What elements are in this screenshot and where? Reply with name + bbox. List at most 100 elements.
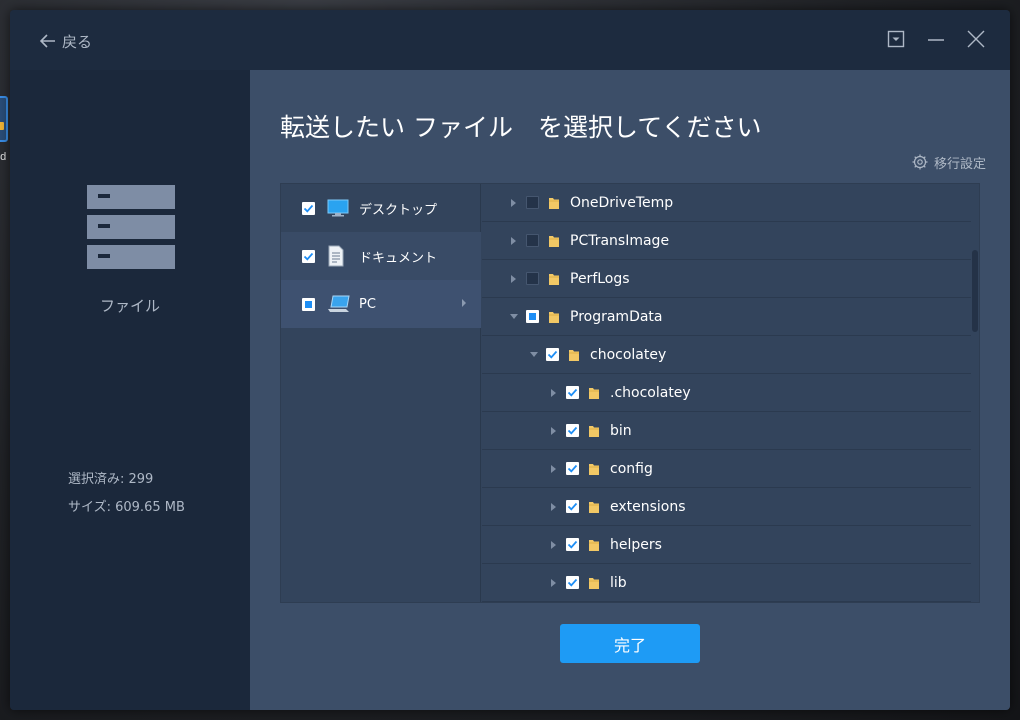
- desktop-shortcut-icon[interactable]: [0, 96, 8, 142]
- folder-icon: [588, 538, 600, 552]
- caret-down-icon[interactable]: [530, 351, 538, 359]
- close-icon: [967, 30, 985, 48]
- checkbox[interactable]: [566, 424, 579, 437]
- checkbox[interactable]: [566, 576, 579, 589]
- tree-row[interactable]: config: [482, 450, 971, 488]
- dropdown-box-icon: [887, 30, 905, 48]
- category-item-pc[interactable]: PC: [281, 280, 481, 328]
- tree-row[interactable]: extensions: [482, 488, 971, 526]
- folder-tree: OneDriveTemp PCTransImage PerfLogs ProgramD…: [482, 184, 971, 602]
- tree-item-name: PCTransImage: [570, 232, 670, 249]
- tree-row[interactable]: helpers: [482, 526, 971, 564]
- tree-item-name: lib: [610, 574, 627, 591]
- tree-row[interactable]: bin: [482, 412, 971, 450]
- category-item-desktop[interactable]: デスクトップ: [281, 184, 481, 232]
- folder-icon: [588, 500, 600, 514]
- page-title: 転送したい ファイル を選択してください: [280, 113, 762, 142]
- category-label-documents: ドキュメント: [359, 250, 438, 266]
- caret-right-icon[interactable]: [550, 426, 558, 435]
- tree-row[interactable]: ProgramData: [482, 298, 971, 336]
- desktop-monitor-icon: [327, 197, 351, 219]
- checkbox[interactable]: [566, 462, 579, 475]
- checkbox[interactable]: [526, 234, 539, 247]
- folder-icon: [588, 462, 600, 476]
- checkbox[interactable]: [526, 310, 539, 323]
- checkbox[interactable]: [526, 272, 539, 285]
- scroll-thumb[interactable]: [972, 250, 978, 332]
- checkbox[interactable]: [566, 500, 579, 513]
- caret-right-icon[interactable]: [510, 236, 518, 245]
- folder-icon: [588, 386, 600, 400]
- checkbox[interactable]: [302, 201, 315, 215]
- folder-icon: [548, 272, 560, 286]
- dropdown-menu-button[interactable]: [885, 28, 907, 50]
- folder-icon: [548, 196, 560, 210]
- checkbox[interactable]: [302, 297, 315, 311]
- selected-count: 選択済み: 299: [68, 472, 154, 487]
- migration-settings-link[interactable]: 移行設定: [912, 152, 986, 172]
- tree-row[interactable]: lib: [482, 564, 971, 602]
- tree-item-name: PerfLogs: [570, 270, 630, 287]
- minimize-icon: [928, 39, 944, 41]
- check-icon: [547, 350, 558, 359]
- gear-icon: [912, 154, 928, 170]
- category-label-pc: PC: [359, 296, 376, 312]
- tree-item-name: ProgramData: [570, 308, 663, 325]
- tree-row[interactable]: .chocolatey: [482, 374, 971, 412]
- category-list: デスクトップ ドキュメント PC: [281, 184, 481, 602]
- back-button[interactable]: 戻る: [40, 30, 92, 52]
- scrollbar[interactable]: [969, 184, 979, 602]
- caret-right-icon[interactable]: [550, 540, 558, 549]
- tree-item-name: extensions: [610, 498, 686, 515]
- folder-icon: [548, 234, 560, 248]
- caret-right-icon[interactable]: [550, 502, 558, 511]
- checkbox[interactable]: [546, 348, 559, 361]
- pc-computer-icon: [327, 293, 351, 315]
- arrow-left-icon: [40, 34, 55, 48]
- back-label: 戻る: [62, 32, 93, 51]
- caret-right-icon[interactable]: [550, 578, 558, 587]
- check-icon: [567, 540, 578, 549]
- chevron-right-icon: [462, 299, 466, 307]
- category-label-desktop: デスクトップ: [359, 202, 438, 218]
- caret-right-icon[interactable]: [550, 388, 558, 397]
- folder-icon: [588, 576, 600, 590]
- folder-icon: [588, 424, 600, 438]
- done-button[interactable]: 完了: [560, 624, 700, 663]
- checkbox[interactable]: [526, 196, 539, 209]
- tree-row[interactable]: chocolatey: [482, 336, 971, 374]
- checkbox[interactable]: [566, 386, 579, 399]
- app-window: 戻る ファイル 選択済み: 299 サイズ: 609.65 MB 転送したい フ: [10, 10, 1010, 710]
- check-icon: [303, 204, 314, 213]
- tree-item-name: config: [610, 460, 653, 477]
- tree-item-name: chocolatey: [590, 346, 667, 363]
- tree-item-name: OneDriveTemp: [570, 194, 674, 211]
- check-icon: [567, 464, 578, 473]
- selection-panel: デスクトップ ドキュメント PC OneDriveTemp PCTransIma…: [280, 183, 980, 603]
- check-icon: [567, 578, 578, 587]
- minimize-button[interactable]: [925, 28, 947, 50]
- folder-icon: [568, 348, 580, 362]
- settings-label: 移行設定: [933, 156, 986, 172]
- tree-row[interactable]: PCTransImage: [482, 222, 971, 260]
- check-icon: [567, 502, 578, 511]
- caret-right-icon[interactable]: [510, 198, 518, 207]
- title-bar: 戻る: [10, 10, 1010, 70]
- close-button[interactable]: [965, 28, 987, 50]
- document-icon: [327, 245, 351, 267]
- tree-row[interactable]: PerfLogs: [482, 260, 971, 298]
- selected-size: サイズ: 609.65 MB: [68, 500, 185, 515]
- category-item-documents[interactable]: ドキュメント: [281, 232, 481, 280]
- sidebar: ファイル 選択済み: 299 サイズ: 609.65 MB: [10, 70, 250, 710]
- tree-item-name: bin: [610, 422, 632, 439]
- caret-right-icon[interactable]: [510, 274, 518, 283]
- category-label: ファイル: [99, 297, 160, 315]
- check-icon: [567, 426, 578, 435]
- caret-down-icon[interactable]: [510, 313, 518, 321]
- tree-item-name: helpers: [610, 536, 662, 553]
- tree-row[interactable]: OneDriveTemp: [482, 184, 971, 222]
- caret-right-icon[interactable]: [550, 464, 558, 473]
- checkbox[interactable]: [302, 249, 315, 263]
- checkbox[interactable]: [566, 538, 579, 551]
- main-content: 転送したい ファイル を選択してください 移行設定 デスクトップ ドキュメント …: [250, 70, 1010, 710]
